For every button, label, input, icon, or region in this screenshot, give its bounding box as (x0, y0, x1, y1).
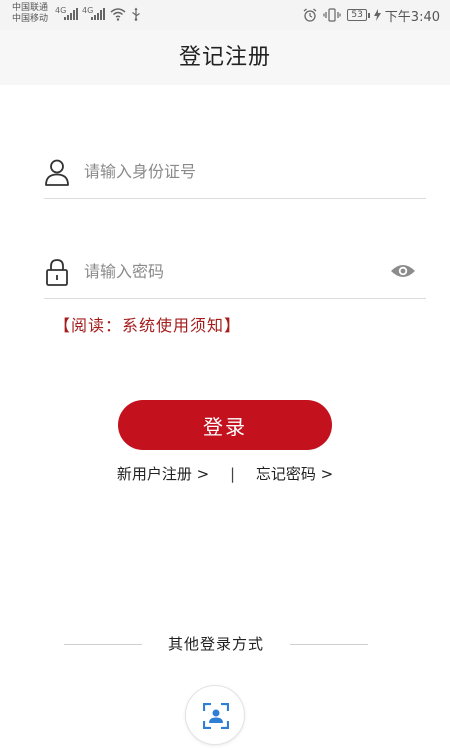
usage-notice-link[interactable]: 【阅读：系统使用须知】 (54, 312, 241, 336)
battery-tip (367, 12, 370, 18)
password-input[interactable] (84, 256, 374, 286)
eye-icon[interactable] (390, 262, 416, 280)
face-login-button[interactable] (185, 685, 245, 745)
battery-indicator: 53 (347, 9, 370, 21)
battery-level: 53 (347, 9, 367, 21)
charging-icon (373, 9, 381, 21)
divider-line-right (290, 644, 368, 645)
carrier-2: 中国移动 (12, 14, 49, 24)
wifi-icon (110, 8, 126, 21)
clock-time: 下午3:40 (384, 9, 440, 25)
other-login-divider: 其他登录方式 (64, 633, 368, 657)
alarm-icon (303, 8, 317, 22)
id-number-input[interactable] (84, 156, 374, 186)
vibrate-icon (323, 8, 341, 22)
account-links: 新用户注册 > | 忘记密码 > (0, 463, 450, 484)
login-button[interactable]: 登录 (118, 400, 332, 450)
carrier-info: 中国联通 中国移动 (12, 3, 48, 25)
forgot-password-link[interactable]: 忘记密码 > (256, 465, 333, 483)
page-title: 登记注册 (178, 45, 271, 70)
status-bar: 中国联通 中国移动 4G 4G 53 下午3:40 (0, 0, 450, 30)
id-number-field (44, 148, 426, 199)
face-scan-icon (203, 703, 229, 729)
link-separator: | (229, 465, 236, 483)
password-field (44, 248, 426, 299)
signal-icon-2 (91, 8, 105, 20)
register-link[interactable]: 新用户注册 > (117, 465, 209, 483)
carrier-1: 中国联通 (12, 3, 49, 13)
status-right: 53 下午3:40 (303, 5, 440, 25)
user-icon (44, 158, 70, 186)
signal-icon (64, 8, 78, 20)
usb-icon (132, 7, 140, 21)
header: 登记注册 (0, 30, 450, 85)
lock-icon (44, 258, 70, 286)
